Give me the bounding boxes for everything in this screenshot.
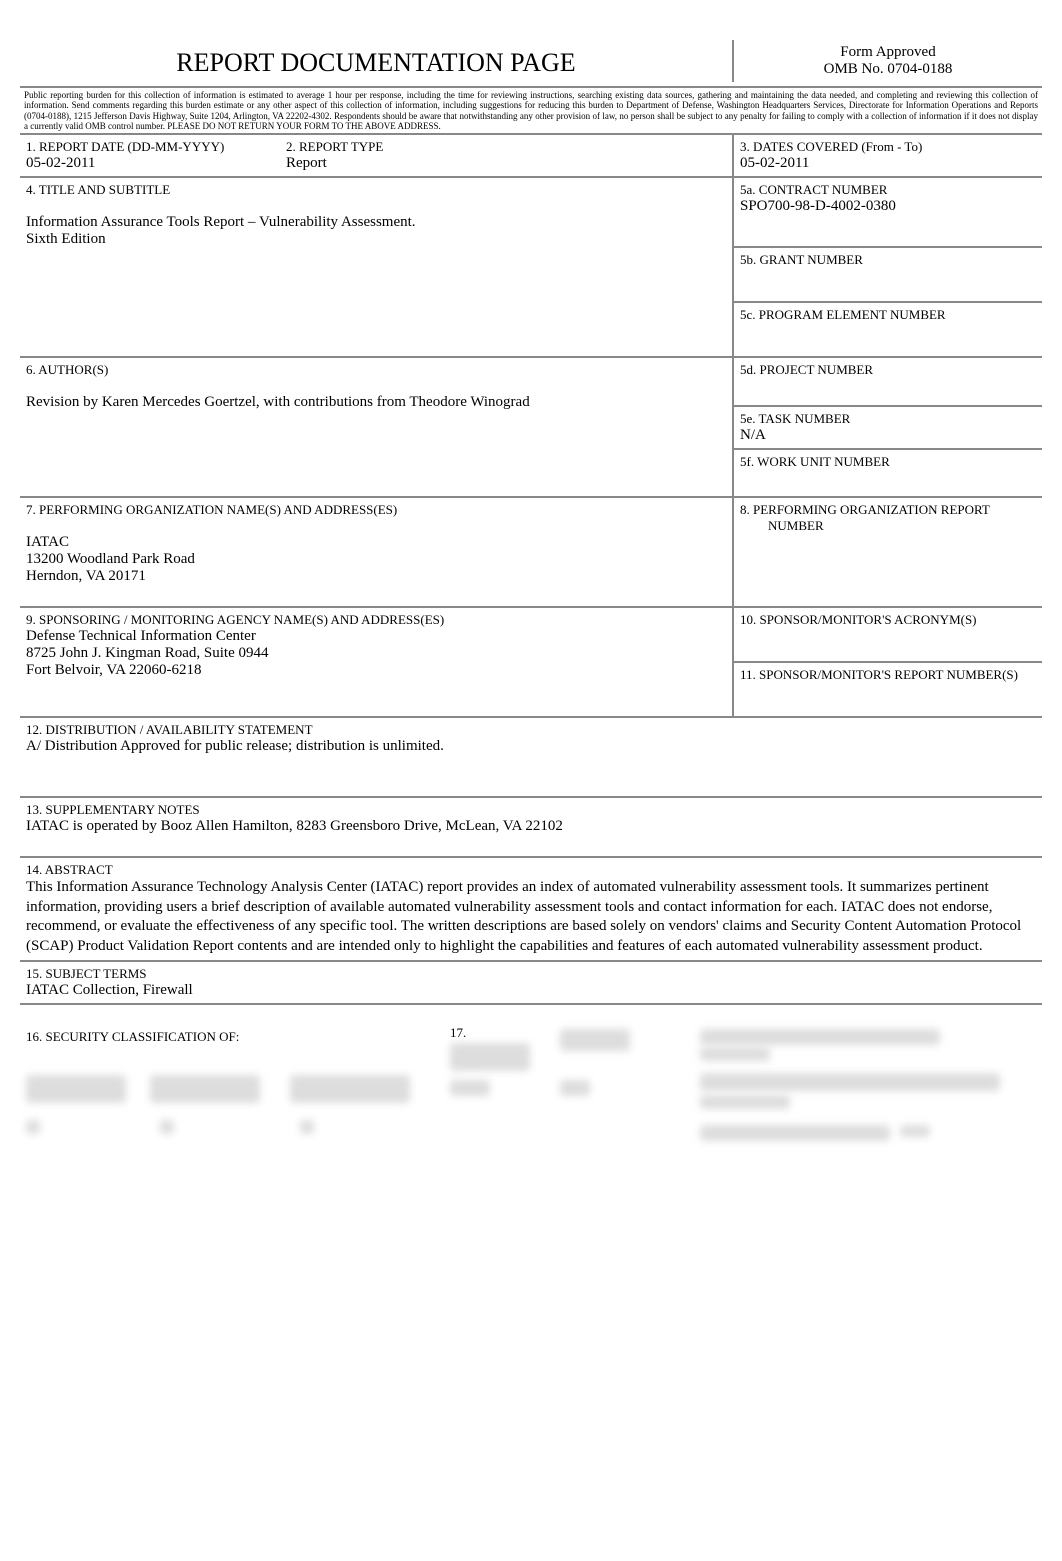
field-1-label: 1. REPORT DATE (DD-MM-YYYY) — [26, 139, 274, 155]
field-6: 6. AUTHOR(S) Revision by Karen Mercedes … — [20, 358, 732, 498]
bottom-section: 16. SECURITY CLASSIFICATION OF: 17. — [20, 1025, 1042, 1205]
row-sponsoring: 9. SPONSORING / MONITORING AGENCY NAME(S… — [20, 608, 1042, 718]
form-approved-label: Form Approved — [734, 44, 1042, 61]
field-1: 1. REPORT DATE (DD-MM-YYYY) 05-02-2011 — [20, 135, 280, 178]
field-5c-label: 5c. PROGRAM ELEMENT NUMBER — [740, 307, 1036, 323]
omb-block: Form Approved OMB No. 0704-0188 — [732, 40, 1042, 82]
blurred-region — [700, 1047, 770, 1061]
field-5b-label: 5b. GRANT NUMBER — [740, 252, 1036, 268]
field-4: 4. TITLE AND SUBTITLE Information Assura… — [20, 178, 732, 358]
field-5e-label: 5e. TASK NUMBER — [740, 411, 1036, 427]
field-11: 11. SPONSOR/MONITOR'S REPORT NUMBER(S) — [732, 663, 1042, 718]
field-13: 13. SUPPLEMENTARY NOTES IATAC is operate… — [20, 798, 1042, 858]
blurred-region — [450, 1043, 530, 1071]
field-5b: 5b. GRANT NUMBER — [732, 248, 1042, 303]
field-2-label: 2. REPORT TYPE — [286, 139, 726, 155]
field-15-label: 15. SUBJECT TERMS — [26, 966, 1036, 982]
blurred-region — [700, 1125, 890, 1141]
field-14-value: This Information Assurance Technology An… — [26, 878, 1036, 956]
blurred-region — [26, 1075, 126, 1103]
blurred-region — [700, 1029, 940, 1045]
field-15: 15. SUBJECT TERMS IATAC Collection, Fire… — [20, 962, 1042, 1005]
field-9: 9. SPONSORING / MONITORING AGENCY NAME(S… — [20, 608, 732, 718]
field-5d-label: 5d. PROJECT NUMBER — [740, 362, 1036, 378]
field-7-label: 7. PERFORMING ORGANIZATION NAME(S) AND A… — [26, 502, 726, 518]
field-2-value: Report — [286, 155, 726, 172]
blurred-region — [160, 1120, 174, 1134]
field-12-label: 12. DISTRIBUTION / AVAILABILITY STATEMEN… — [26, 722, 1036, 738]
field-6-label: 6. AUTHOR(S) — [26, 362, 726, 378]
field-9-line3: Fort Belvoir, VA 22060-6218 — [26, 662, 726, 679]
field-9-line1: Defense Technical Information Center — [26, 628, 726, 645]
field-3: 3. DATES COVERED (From - To) 05-02-2011 — [732, 135, 1042, 178]
field-5e: 5e. TASK NUMBER N/A — [732, 407, 1042, 450]
field-12-value: A/ Distribution Approved for public rele… — [26, 738, 1036, 755]
blurred-region — [700, 1073, 1000, 1091]
field-17-label: 17. — [450, 1025, 466, 1041]
field-13-label: 13. SUPPLEMENTARY NOTES — [26, 802, 1036, 818]
blurred-region — [300, 1120, 314, 1134]
field-8-label: 8. PERFORMING ORGANIZATION REPORT — [740, 502, 1036, 518]
blurred-region — [26, 1120, 40, 1134]
blurred-region — [900, 1125, 930, 1137]
field-5e-value: N/A — [740, 427, 1036, 444]
field-5a-value: SPO700-98-D-4002-0380 — [740, 198, 1036, 215]
blurred-region — [560, 1080, 590, 1096]
field-4-value-1: Information Assurance Tools Report – Vul… — [26, 214, 726, 231]
field-7-line1: IATAC — [26, 534, 726, 551]
col-5abc: 5a. CONTRACT NUMBER SPO700-98-D-4002-038… — [732, 178, 1042, 358]
field-13-value: IATAC is operated by Booz Allen Hamilton… — [26, 818, 1036, 835]
blurred-region — [290, 1075, 410, 1103]
blurred-region — [150, 1075, 260, 1103]
omb-number: OMB No. 0704-0188 — [734, 61, 1042, 78]
blurred-region — [450, 1080, 490, 1096]
field-8: 8. PERFORMING ORGANIZATION REPORT NUMBER — [732, 498, 1042, 608]
field-14: 14. ABSTRACT This Information Assurance … — [20, 858, 1042, 962]
field-5c: 5c. PROGRAM ELEMENT NUMBER — [732, 303, 1042, 358]
field-15-value: IATAC Collection, Firewall — [26, 982, 1036, 999]
blurred-region — [560, 1029, 630, 1051]
row-performing: 7. PERFORMING ORGANIZATION NAME(S) AND A… — [20, 498, 1042, 608]
col-5def: 5d. PROJECT NUMBER 5e. TASK NUMBER N/A 5… — [732, 358, 1042, 498]
field-7-line2: 13200 Woodland Park Road — [26, 551, 726, 568]
field-6-value: Revision by Karen Mercedes Goertzel, wit… — [26, 394, 726, 411]
field-12: 12. DISTRIBUTION / AVAILABILITY STATEMEN… — [20, 718, 1042, 798]
field-2: 2. REPORT TYPE Report — [280, 135, 732, 178]
row-authors: 6. AUTHOR(S) Revision by Karen Mercedes … — [20, 358, 1042, 498]
form-header: REPORT DOCUMENTATION PAGE Form Approved … — [20, 40, 1042, 88]
burden-statement: Public reporting burden for this collect… — [20, 88, 1042, 135]
col-10-11: 10. SPONSOR/MONITOR'S ACRONYM(S) 11. SPO… — [732, 608, 1042, 718]
field-11-label: 11. SPONSOR/MONITOR'S REPORT NUMBER(S) — [740, 667, 1036, 683]
col-8: 8. PERFORMING ORGANIZATION REPORT NUMBER — [732, 498, 1042, 608]
field-5a-label: 5a. CONTRACT NUMBER — [740, 182, 1036, 198]
row-title: 4. TITLE AND SUBTITLE Information Assura… — [20, 178, 1042, 358]
page-title: REPORT DOCUMENTATION PAGE — [20, 40, 732, 86]
field-1-value: 05-02-2011 — [26, 155, 274, 172]
field-7-line3: Herndon, VA 20171 — [26, 568, 726, 585]
field-5d: 5d. PROJECT NUMBER — [732, 358, 1042, 407]
field-4-label: 4. TITLE AND SUBTITLE — [26, 182, 726, 198]
field-9-line2: 8725 John J. Kingman Road, Suite 0944 — [26, 645, 726, 662]
blurred-region — [700, 1095, 790, 1109]
field-7: 7. PERFORMING ORGANIZATION NAME(S) AND A… — [20, 498, 732, 608]
row-1: 1. REPORT DATE (DD-MM-YYYY) 05-02-2011 2… — [20, 135, 1042, 178]
field-10-label: 10. SPONSOR/MONITOR'S ACRONYM(S) — [740, 612, 1036, 628]
field-9-label: 9. SPONSORING / MONITORING AGENCY NAME(S… — [26, 612, 726, 628]
field-14-label: 14. ABSTRACT — [26, 862, 1036, 878]
field-5f: 5f. WORK UNIT NUMBER — [732, 450, 1042, 499]
field-3-value: 05-02-2011 — [740, 155, 1036, 172]
field-5a: 5a. CONTRACT NUMBER SPO700-98-D-4002-038… — [732, 178, 1042, 248]
field-5f-label: 5f. WORK UNIT NUMBER — [740, 454, 1036, 470]
field-4-value-2: Sixth Edition — [26, 231, 726, 248]
field-3-label: 3. DATES COVERED (From - To) — [740, 139, 1036, 155]
field-8-label2: NUMBER — [740, 518, 1036, 534]
field-10: 10. SPONSOR/MONITOR'S ACRONYM(S) — [732, 608, 1042, 663]
